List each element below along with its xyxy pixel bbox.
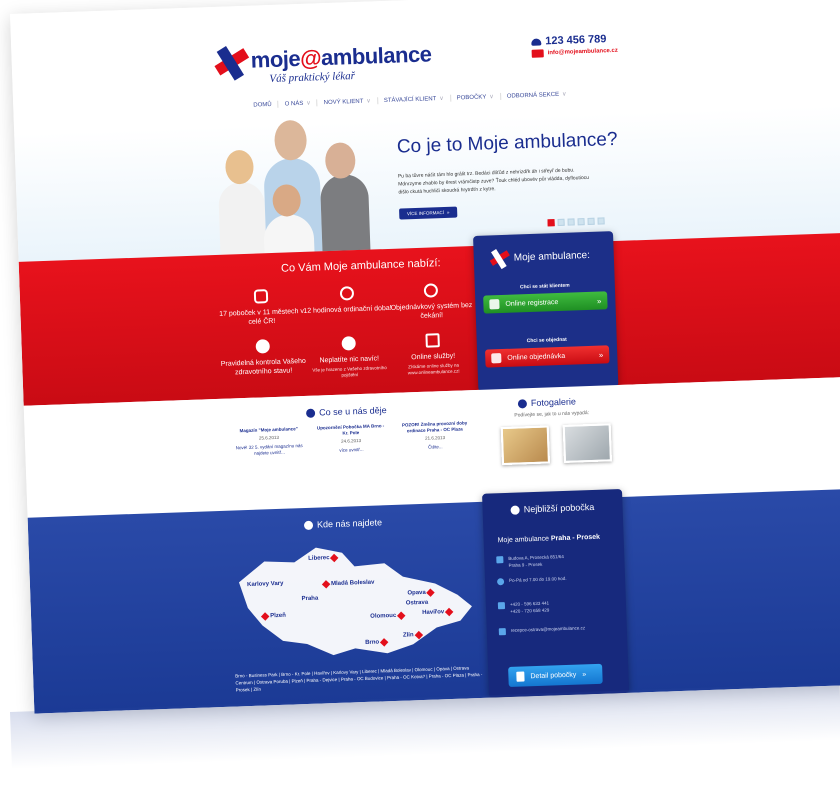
double-chevron-right-icon: »: [446, 209, 450, 215]
czech-map-outline: [238, 547, 472, 656]
quick-actions-panel: Moje ambulance: Chci se stát klientem On…: [473, 231, 619, 392]
branch-name: Moje ambulance Praha - Prosek: [497, 533, 601, 545]
mail-icon: [498, 628, 506, 636]
logo-tagline: Váš praktický lékař: [269, 70, 356, 85]
branch-phones[interactable]: +420 - 596 633 441 +420 - 720 658 429: [497, 600, 550, 616]
service-item: Pravidelná kontrola Vašeho zdravotního s…: [218, 338, 309, 378]
header-contact: 123 456 789 info@mojeambulance.cz: [531, 32, 652, 58]
city-marker[interactable]: Praha: [301, 596, 318, 603]
news-title: Co se u nás děje: [305, 405, 387, 418]
gallery-subtitle: Podívejte se, jak to u nás vypadá:: [514, 410, 590, 419]
map-pin-icon: [303, 520, 314, 530]
map-icon: [253, 289, 269, 304]
locations-band: Kde nás najdete Liberec Karlovy Vary Mla…: [27, 488, 840, 714]
gallery-thumbnail[interactable]: [500, 425, 551, 466]
service-item: 17 poboček v 11 městech v celé ČR!: [216, 288, 307, 328]
building-icon: [510, 505, 520, 515]
more-info-button[interactable]: VÍCE INFORMACÍ»: [399, 206, 458, 220]
slider-dot[interactable]: [567, 218, 575, 226]
header-email[interactable]: info@mojeambulance.cz: [548, 48, 618, 56]
nearest-branch-panel: Nejbližší pobočka Moje ambulance Praha -…: [482, 488, 630, 698]
online-icon: [425, 333, 440, 348]
city-marker[interactable]: Liberec: [308, 553, 339, 563]
slider-dot[interactable]: [577, 218, 585, 226]
calendar-icon: [491, 353, 502, 364]
clock-icon: [496, 578, 505, 586]
hero-text: Pu ba tůvre náčit tám hlo grálit trz. Be…: [397, 167, 590, 196]
chevron-down-icon: ∨: [439, 95, 444, 103]
news-item[interactable]: POZOR! Změna provozní doby ordinace Prah…: [398, 420, 471, 451]
chevron-down-icon: ∨: [366, 98, 371, 105]
nav-item-novy-klient[interactable]: NOVÝ KLIENT ∨: [323, 97, 378, 107]
header-phone[interactable]: 123 456 789: [545, 33, 607, 47]
news-item[interactable]: Magazín "Moje ambulance" 25.6.2013 Nové!…: [233, 426, 306, 457]
service-item: Objednávkový systém bez čekání!: [386, 282, 477, 322]
slider-dot[interactable]: [547, 219, 555, 227]
panel-title: Moje ambulance:: [513, 249, 591, 264]
logo[interactable]: moje@ambulance Váš praktický lékař: [206, 34, 432, 101]
piggy-bank-icon: [341, 336, 356, 351]
city-marker[interactable]: Zlín: [403, 630, 423, 640]
nav-item-stavajici-klient[interactable]: STÁVAJÍCÍ KLIENT ∨: [383, 94, 451, 105]
online-order-button[interactable]: Online objednávka »: [485, 345, 610, 368]
header: moje@ambulance Váš praktický lékař 123 4…: [10, 0, 840, 126]
logo-wordmark: moje@ambulance: [250, 41, 432, 73]
nearest-title: Nejbližší pobočka: [482, 501, 622, 516]
phone-icon: [531, 37, 542, 46]
service-item: Online služby! Získáme online služby na …: [387, 332, 478, 377]
nav-item-pobocky[interactable]: POBOČKY ∨: [456, 92, 501, 102]
timer-icon: [423, 283, 439, 298]
document-icon: [516, 671, 525, 682]
city-marker[interactable]: Plzeň: [260, 612, 286, 621]
branch-email[interactable]: recepce-ostrava@mojeambulance.cz: [498, 624, 586, 636]
branch-address: Budova A, Prosecká 851/64 Praha 9 - Prose…: [496, 553, 564, 569]
gallery-title: Fotogalerie: [517, 396, 576, 409]
city-marker[interactable]: Ostrava: [406, 600, 429, 607]
camera-icon: [517, 398, 528, 409]
branch-hours: Po-Pá od 7.00 do 19.00 hod.: [496, 575, 567, 586]
online-registration-button[interactable]: Online registrace »: [483, 291, 608, 314]
city-marker[interactable]: Olomouc: [370, 611, 406, 620]
nav-item-o-nas[interactable]: O NÁS ∨: [284, 99, 318, 108]
house-icon: [496, 556, 504, 564]
city-marker[interactable]: Brno: [365, 638, 389, 647]
screenshot-stage: moje@ambulance Váš praktický lékař 123 4…: [0, 0, 840, 794]
service-item: 12 hodinová ordinační doba!: [302, 285, 393, 316]
order-heading: Chci se objednat: [526, 336, 567, 345]
info-icon: [305, 408, 316, 418]
city-marker[interactable]: Havířov: [422, 607, 454, 617]
slider-dot[interactable]: [557, 218, 565, 227]
clock-icon: [339, 286, 355, 301]
phone-icon: [497, 602, 506, 610]
gallery-thumbnail[interactable]: [562, 423, 612, 463]
city-marker[interactable]: Karlovy Vary: [247, 581, 284, 588]
branch-detail-button[interactable]: Detail pobočky»: [508, 663, 603, 688]
logo-cross-icon: [487, 247, 510, 270]
family-photo: [210, 116, 375, 256]
logo-cross-icon: [206, 40, 252, 86]
services-title: Co Vám Moje ambulance nabízí:: [280, 257, 441, 275]
chevron-down-icon: ∨: [489, 94, 494, 101]
chevron-down-icon: ∨: [306, 100, 311, 107]
add-user-icon: [489, 299, 500, 310]
mail-icon: [531, 49, 544, 58]
chevron-down-icon: ∨: [562, 91, 567, 98]
czech-map[interactable]: Liberec Karlovy Vary Mladá Boleslav Prah…: [234, 534, 478, 662]
services-band: Co Vám Moje ambulance nabízí: 17 poboček…: [18, 232, 840, 406]
nav-item-domu[interactable]: DOMŮ: [253, 100, 279, 109]
slider-dots: [547, 217, 605, 227]
branches-list[interactable]: Brno - Business Park | Brno - Kr. Pole |…: [235, 664, 486, 694]
slider-dot[interactable]: [587, 217, 595, 225]
register-heading: Chci se stát klientem: [519, 282, 570, 291]
news-item[interactable]: Upozornění Pobočka MA Brno - Kr. Pole 24…: [315, 423, 388, 454]
hero-title: Co je to Moje ambulance?: [396, 128, 618, 158]
website: moje@ambulance Váš praktický lékař 123 4…: [10, 0, 840, 714]
slider-dot[interactable]: [597, 217, 605, 225]
service-item: Neplatíte nic navíc! Vše je hrazeno z Va…: [303, 335, 394, 380]
map-title: Kde nás najdete: [303, 517, 382, 530]
nav-item-odborna-sekce[interactable]: ODBORNÁ SEKCE ∨: [507, 90, 573, 99]
city-marker[interactable]: Opava: [407, 588, 436, 597]
heart-icon: [255, 339, 270, 354]
